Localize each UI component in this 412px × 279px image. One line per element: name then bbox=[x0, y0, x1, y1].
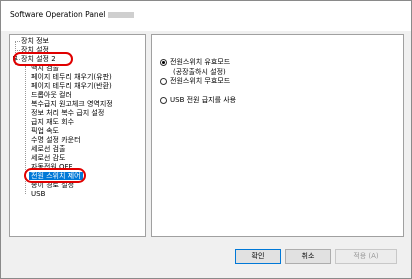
software-operation-panel-window: Software Operation Panel ⊟ 장치 정보 장치 설정 장… bbox=[0, 0, 412, 279]
tree-item-multifeed-setting[interactable]: 정보 처리 복수 급지 설정 bbox=[31, 109, 104, 117]
redacted-version bbox=[108, 12, 135, 18]
radio-unchecked-icon[interactable] bbox=[160, 77, 167, 85]
tree-item-vertical-streak-sensitivity[interactable]: 세로선 감도 bbox=[31, 154, 65, 162]
tree-item-multifeed-area[interactable]: 복수급지 원고체크 영역지정 bbox=[31, 100, 113, 108]
option-power-switch-disabled[interactable]: 전원스위치 무효모드 bbox=[160, 77, 230, 86]
tree-item-dropout-color[interactable]: 드롭아웃 컬러 bbox=[31, 91, 72, 99]
window-title-text: Software Operation Panel bbox=[10, 10, 106, 19]
tree-item-page-edge-fill-back[interactable]: 페이지 테두리 채우기(반환) bbox=[31, 82, 112, 90]
tree-item-label: 페이지 테두리 채우기(반환) bbox=[31, 82, 112, 90]
tree-item-page-edge-fill-front[interactable]: 페이지 테두리 채우기(유판) bbox=[31, 73, 112, 81]
tree-item-device-info[interactable]: 장치 정보 bbox=[21, 37, 49, 45]
tree-item-label: 드롭아웃 컬러 bbox=[31, 91, 72, 99]
tree-line bbox=[15, 41, 20, 42]
option-label: 전원스위치 무효모드 bbox=[170, 77, 231, 85]
tree-item-life-counter[interactable]: 수명 설정 카운터 bbox=[31, 136, 81, 144]
tree-line bbox=[15, 50, 20, 51]
tree-item-label: 세로선 감도 bbox=[31, 154, 66, 162]
tree-item-label: 픽업 속도 bbox=[31, 127, 59, 135]
tree-item-label: 페이지 테두리 채우기(유판) bbox=[31, 73, 112, 81]
tree-item-label: 세로선 검출 bbox=[31, 145, 66, 153]
tree-item-usb[interactable]: USB bbox=[31, 190, 45, 198]
tree-item-label: 급지 재도 회수 bbox=[31, 118, 75, 126]
tree-item-label: 복수급지 원고체크 영역지정 bbox=[31, 100, 113, 108]
tree-item-label: 수명 설정 카운터 bbox=[31, 136, 81, 144]
option-power-switch-enabled[interactable]: 전원스위치 유효모드 bbox=[160, 58, 230, 67]
apply-button[interactable]: 적용 (A) bbox=[335, 249, 397, 264]
annotation-circle-power-switch-control bbox=[24, 168, 86, 183]
window-title: Software Operation Panel bbox=[10, 10, 135, 19]
ok-button[interactable]: 확인 bbox=[235, 249, 281, 264]
tree-item-pick-retry-count[interactable]: 급지 재도 회수 bbox=[31, 118, 74, 126]
option-label: 전원스위치 유효모드 bbox=[170, 58, 231, 66]
tree-item-label: 장치 정보 bbox=[21, 37, 49, 45]
tree-item-label: USB bbox=[31, 190, 46, 198]
radio-checked-icon[interactable] bbox=[160, 58, 167, 66]
tree-item-vertical-streak-detection[interactable]: 세로선 검출 bbox=[31, 145, 65, 153]
power-switch-settings-panel: 전원스위치 유효모드 (공장출하시 설정) 전원스위치 무효모드 USB 전원 … bbox=[151, 34, 404, 237]
tree-item-label: 정보 처리 복수 급지 설정 bbox=[31, 109, 105, 117]
tree-item-pick-speed[interactable]: 픽업 속도 bbox=[31, 127, 59, 135]
title-bar: Software Operation Panel bbox=[1, 1, 411, 31]
annotation-circle-device-settings-2 bbox=[13, 52, 73, 66]
settings-tree[interactable]: ⊟ 장치 정보 장치 설정 장치 설정 2 백지 검출 페이지 테두리 채우기(… bbox=[9, 34, 146, 237]
option-usb-power-feed[interactable]: USB 전원 급지를 사용 bbox=[160, 96, 236, 105]
cancel-button[interactable]: 취소 bbox=[285, 249, 331, 264]
option-factory-default-note: (공장출하시 설정) bbox=[173, 68, 226, 76]
radio-unchecked-icon[interactable] bbox=[160, 96, 167, 104]
option-label: USB 전원 급지를 사용 bbox=[170, 96, 237, 104]
